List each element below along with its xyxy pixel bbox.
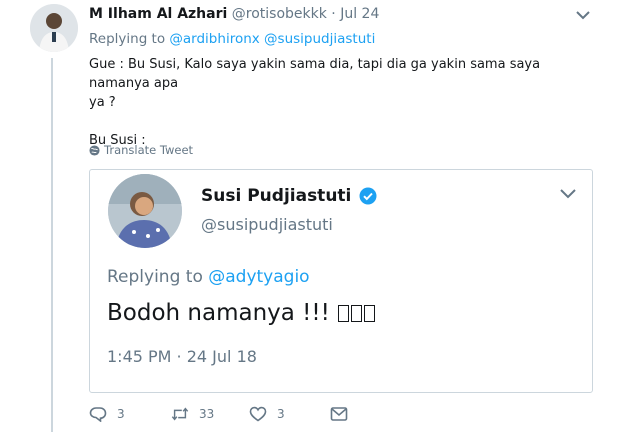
tweet-text-line: Gue : Bu Susi, Kalo saya yakin sama dia,… [89, 57, 541, 91]
retweet-icon [171, 407, 189, 421]
thread-line [51, 58, 53, 432]
replying-to: Replying to @ardibhironx @susipudjiastut… [89, 31, 375, 47]
avatar-image [30, 4, 78, 52]
quoted-replying-to: Replying to @adytyagio [107, 267, 310, 287]
verified-badge-icon [359, 187, 377, 205]
quoted-tweet[interactable]: Susi Pudjiastuti @susipudjiastuti Replyi… [89, 169, 593, 393]
mention-link[interactable]: @susipudjiastuti [264, 31, 375, 47]
quoted-timestamp[interactable]: 1:45 PM · 24 Jul 18 [107, 347, 257, 366]
tweet-date[interactable]: Jul 24 [340, 6, 379, 22]
tweet-text-gap [89, 112, 599, 131]
reply-icon [89, 407, 107, 422]
translate-tweet[interactable]: Translate Tweet [89, 143, 193, 157]
retweet-button[interactable]: 33 [171, 406, 214, 422]
quoted-tweet-text: Bodoh namanya !!! [107, 300, 375, 326]
globe-icon [89, 144, 100, 156]
like-count: 3 [277, 407, 285, 421]
caret-down-icon[interactable] [576, 10, 590, 20]
tweet-text: Gue : Bu Susi, Kalo saya yakin sama dia,… [89, 55, 599, 150]
direct-message-button[interactable] [330, 406, 348, 422]
author-name[interactable]: M Ilham Al Azhari [89, 6, 227, 22]
translate-label[interactable]: Translate Tweet [104, 143, 193, 157]
like-button[interactable]: 3 [249, 406, 285, 422]
mention-link[interactable]: @adytyagio [208, 267, 309, 287]
quoted-text: Bodoh namanya !!! [107, 300, 330, 326]
author-handle[interactable]: @rotisobekkk [232, 6, 327, 22]
meta-separator: · [331, 6, 336, 22]
replying-prefix: Replying to [107, 267, 203, 287]
tweet-header: M Ilham Al Azhari @rotisobekkk · Jul 24 [89, 6, 379, 22]
retweet-count: 33 [199, 407, 215, 421]
tweet-text-line: ya ? [89, 95, 116, 110]
reply-count: 3 [117, 407, 125, 421]
avatar[interactable] [30, 4, 78, 52]
quoted-author-handle[interactable]: @susipudjiastuti [201, 215, 333, 234]
replying-prefix: Replying to [89, 31, 166, 47]
caret-down-icon[interactable] [560, 188, 576, 199]
quoted-author-name-row: Susi Pudjiastuti [201, 186, 377, 206]
quoted-avatar[interactable] [108, 174, 182, 248]
direct-message-icon [330, 407, 348, 421]
reply-button[interactable]: 3 [89, 406, 125, 422]
mention-link[interactable]: @ardibhironx [169, 31, 259, 47]
quoted-author-name[interactable]: Susi Pudjiastuti [201, 186, 351, 206]
like-icon [249, 406, 267, 422]
missing-glyph-boxes [337, 304, 375, 322]
quoted-avatar-image [108, 174, 182, 248]
